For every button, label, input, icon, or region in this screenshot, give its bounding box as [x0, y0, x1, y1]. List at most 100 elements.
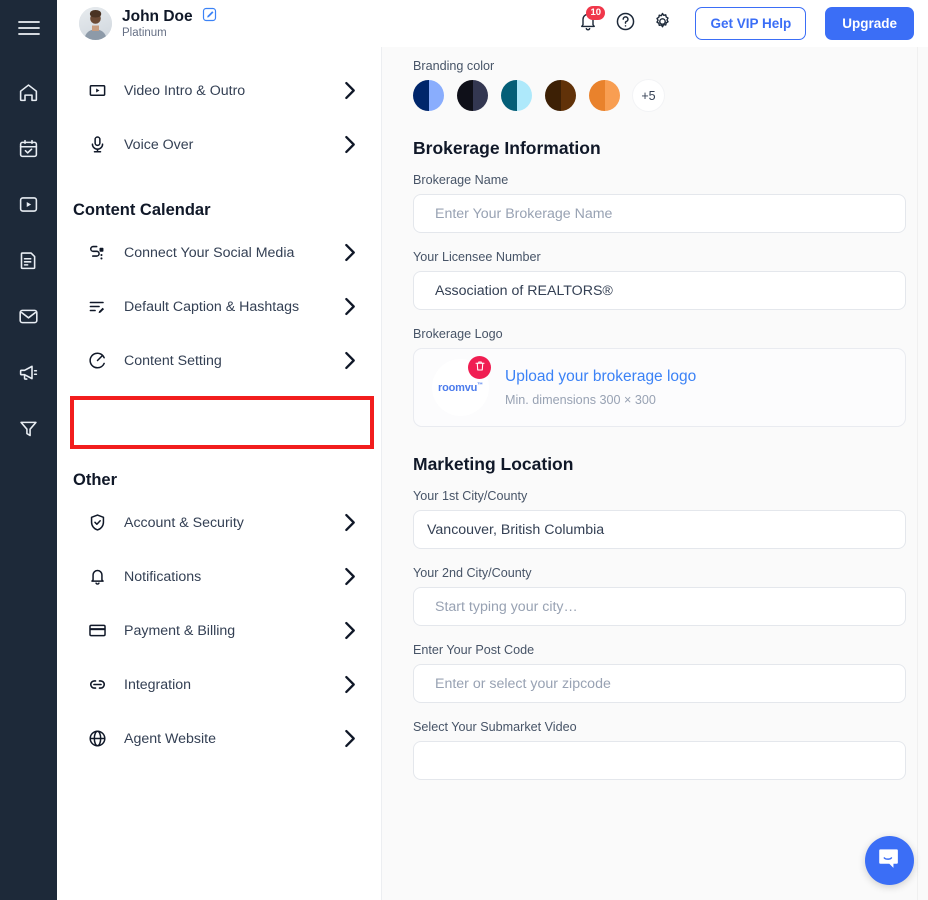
brokerage-name-field-group: Brokerage Name — [413, 173, 906, 233]
nav-item-content-setting[interactable]: Content Setting — [57, 338, 382, 383]
chevron-right-icon — [342, 621, 357, 640]
city2-field-group: Your 2nd City/County — [413, 566, 906, 626]
branding-color-label: Branding color — [413, 59, 906, 73]
get-vip-help-button[interactable]: Get VIP Help — [695, 7, 806, 40]
help-button[interactable] — [613, 12, 637, 36]
rail-item-email[interactable] — [9, 296, 49, 336]
city1-field-group: Your 1st City/County — [413, 489, 906, 549]
avatar[interactable] — [79, 7, 112, 40]
home-icon — [18, 82, 39, 103]
video-play-icon — [18, 194, 39, 215]
logo-brand-text: roomvu™ — [438, 382, 483, 394]
color-swatch-4[interactable] — [545, 80, 576, 111]
nav-item-agent-website[interactable]: Agent Website — [57, 716, 382, 761]
chevron-right-icon — [342, 675, 357, 694]
settings-detail-panel: Branding color +5 Brokerage Information … — [382, 47, 928, 900]
brokerage-logo-label: Brokerage Logo — [413, 327, 906, 341]
trash-icon — [474, 359, 486, 377]
document-lines-icon — [18, 250, 39, 271]
rail-item-leads[interactable] — [9, 408, 49, 448]
plug-connect-icon — [86, 243, 108, 262]
chevron-right-icon — [342, 513, 357, 532]
top-header: John Doe Platinum 10 — [57, 0, 928, 47]
nav-item-integration[interactable]: Integration — [57, 662, 382, 707]
city1-input[interactable] — [413, 510, 906, 549]
upload-dimensions-hint: Min. dimensions 300 × 300 — [505, 393, 696, 407]
profile-block[interactable]: John Doe Platinum — [79, 7, 217, 40]
delete-logo-button[interactable] — [468, 356, 491, 379]
gear-icon — [652, 11, 673, 37]
nav-item-label: Market Location — [124, 407, 342, 423]
nav-item-label: Integration — [124, 677, 342, 693]
color-swatch-2[interactable] — [457, 80, 488, 111]
rail-item-campaigns[interactable] — [9, 352, 49, 392]
globe-icon — [86, 729, 108, 748]
nav-item-label: Notifications — [124, 569, 342, 585]
question-circle-icon — [615, 11, 636, 37]
postcode-input[interactable] — [413, 664, 906, 703]
more-colors-button[interactable]: +5 — [633, 80, 664, 111]
nav-item-default-caption-hashtags[interactable]: Default Caption & Hashtags — [57, 284, 382, 329]
logo-upload-text-block: Upload your brokerage logo Min. dimensio… — [505, 368, 696, 407]
city2-label: Your 2nd City/County — [413, 566, 906, 580]
brokerage-logo-field-group: Brokerage Logo roomvu™ — [413, 327, 906, 427]
branding-color-swatches: +5 — [413, 80, 906, 111]
profile-tier: Platinum — [122, 27, 217, 40]
profile-name: John Doe — [122, 8, 193, 25]
edit-pencil-icon[interactable] — [202, 7, 217, 27]
notifications-button[interactable]: 10 — [576, 12, 600, 36]
brokerage-logo-card[interactable]: roomvu™ Upload your brokerage logo — [413, 348, 906, 427]
nav-item-connect-your-social-media[interactable]: Connect Your Social Media — [57, 230, 382, 275]
notification-badge: 10 — [586, 6, 605, 21]
licensee-number-label: Your Licensee Number — [413, 250, 906, 264]
settings-button[interactable] — [650, 12, 674, 36]
brokerage-information-heading: Brokerage Information — [413, 138, 906, 159]
chevron-right-icon — [342, 243, 357, 262]
hamburger-menu-button[interactable] — [9, 8, 49, 48]
nav-item-voice-over[interactable]: Voice Over — [57, 122, 382, 167]
licensee-number-input[interactable] — [413, 271, 906, 310]
chevron-right-icon — [342, 405, 357, 424]
submarket-video-field-group: Select Your Submarket Video — [413, 720, 906, 780]
intercom-chat-launcher[interactable] — [865, 836, 914, 885]
link-chain-icon — [86, 675, 108, 694]
brokerage-logo-thumb: roomvu™ — [432, 359, 489, 416]
rail-item-calendar[interactable] — [9, 128, 49, 168]
nav-item-label: Agent Website — [124, 731, 342, 747]
city1-label: Your 1st City/County — [413, 489, 906, 503]
postcode-label: Enter Your Post Code — [413, 643, 906, 657]
city2-input[interactable] — [413, 587, 906, 626]
upload-brokerage-logo-link[interactable]: Upload your brokerage logo — [505, 368, 696, 387]
color-swatch-3[interactable] — [501, 80, 532, 111]
submarket-video-select[interactable] — [413, 741, 906, 780]
nav-item-label: Account & Security — [124, 515, 342, 531]
nav-item-market-location[interactable]: Market Location — [57, 392, 382, 437]
color-swatch-1[interactable] — [413, 80, 444, 111]
gauge-icon — [86, 351, 108, 370]
rail-item-articles[interactable] — [9, 240, 49, 280]
rail-item-home[interactable] — [9, 72, 49, 112]
chevron-right-icon — [342, 567, 357, 586]
upgrade-button[interactable]: Upgrade — [825, 7, 914, 40]
nav-item-video-intro-outro[interactable]: Video Intro & Outro — [57, 68, 382, 113]
color-swatch-5[interactable] — [589, 80, 620, 111]
nav-item-label: Default Caption & Hashtags — [124, 299, 342, 315]
nav-item-notifications[interactable]: Notifications — [57, 554, 382, 599]
chat-bubble-icon — [877, 846, 902, 876]
right-pane: John Doe Platinum 10 — [57, 0, 928, 900]
brokerage-name-input[interactable] — [413, 194, 906, 233]
nav-item-account-security[interactable]: Account & Security — [57, 500, 382, 545]
postcode-field-group: Enter Your Post Code — [413, 643, 906, 703]
page-scrollbar[interactable] — [917, 47, 928, 900]
funnel-icon — [18, 418, 39, 439]
map-pin-icon — [86, 405, 108, 424]
nav-item-payment-billing[interactable]: Payment & Billing — [57, 608, 382, 653]
nav-item-label: Content Setting — [124, 353, 342, 369]
brokerage-name-label: Brokerage Name — [413, 173, 906, 187]
settings-nav: Video Intro & Outro Voice Over Content C… — [57, 47, 382, 900]
nav-item-label: Video Intro & Outro — [124, 83, 342, 99]
calendar-check-icon — [18, 138, 39, 159]
rail-item-videos[interactable] — [9, 184, 49, 224]
chevron-right-icon — [342, 297, 357, 316]
app-root: John Doe Platinum 10 — [0, 0, 928, 900]
